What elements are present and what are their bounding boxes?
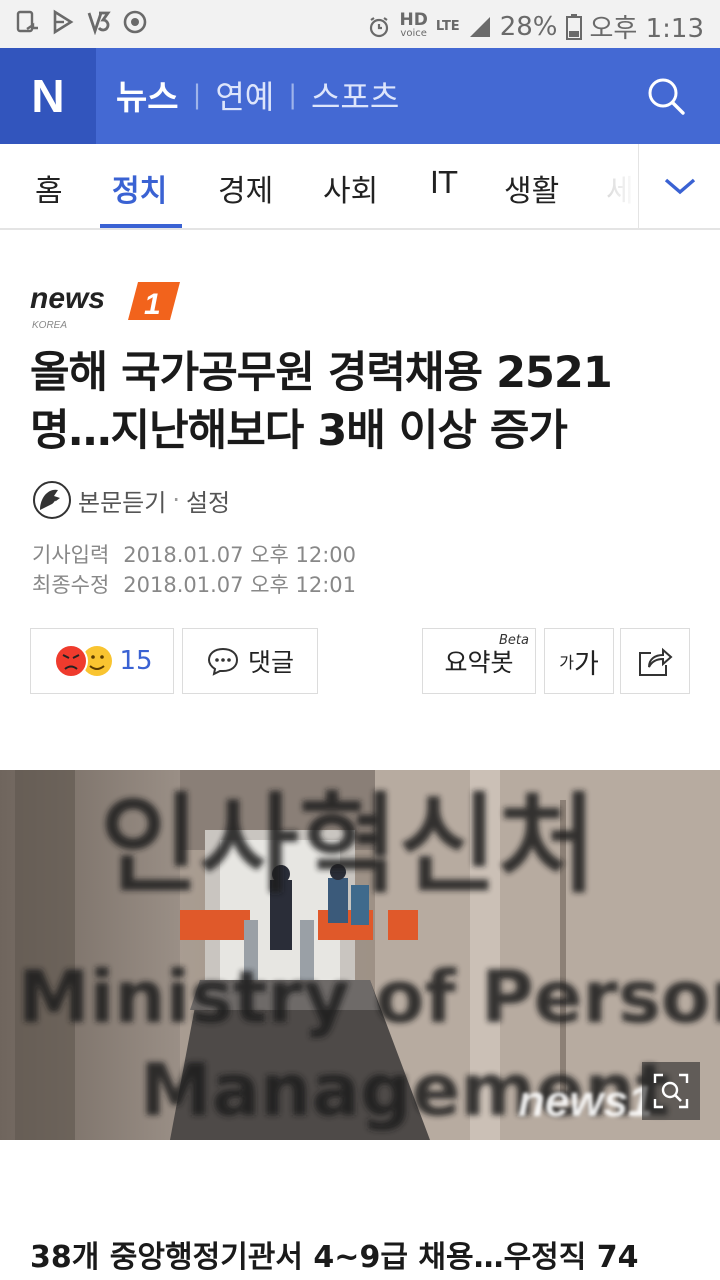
text-to-speech-icon[interactable] — [32, 480, 72, 520]
listen-settings-link[interactable]: 설정 — [186, 483, 230, 518]
reaction-button[interactable]: 15 — [30, 628, 174, 694]
photo-sign-korean: 인사혁신처 — [100, 783, 597, 908]
photo-watermark-text: news1 — [518, 1077, 653, 1126]
listen-row: 본문듣기 · 설정 — [32, 480, 230, 520]
article-subheadline: 38개 중앙행정기관서 4~9급 채용…우정직 74 — [30, 1240, 639, 1275]
article-photo[interactable]: 인사혁신처 Ministry of Personnel Management n… — [0, 770, 720, 1140]
input-date-label: 기사입력 — [32, 543, 110, 567]
lte-indicator: LTE — [435, 19, 460, 34]
naver-logo-button[interactable]: N — [0, 48, 96, 144]
hd-voice-indicator: HD voice — [399, 9, 428, 39]
comment-button[interactable]: 댓글 — [182, 628, 318, 694]
separator-dot: · — [172, 486, 180, 514]
category-tabs: 홈 정치 경제 사회 IT 생활 세 — [0, 144, 720, 230]
naver-logo: N — [31, 70, 65, 122]
font-size-large: 가 — [573, 648, 599, 680]
sync-icon — [123, 10, 147, 34]
modified-date-value: 2018.01.07 오후 12:01 — [123, 573, 357, 597]
play-store-icon — [53, 9, 74, 35]
tab-life[interactable]: 생활 — [504, 166, 559, 210]
listen-label[interactable]: 본문듣기 — [78, 483, 166, 518]
share-icon — [639, 647, 673, 676]
active-tab-indicator — [100, 224, 182, 228]
article-headline: 올해 국가공무원 경력채용 2521 명…지난해보다 3배 이상 증가 — [30, 344, 690, 460]
input-date-value: 2018.01.07 오후 12:00 — [123, 543, 357, 567]
search-icon[interactable] — [646, 76, 686, 116]
photo-watermark: news1 — [518, 1077, 653, 1126]
headline-line-2: 명…지난해보다 3배 이상 증가 — [30, 406, 568, 456]
nav-divider: | — [192, 79, 202, 110]
photo-zoom-button[interactable] — [642, 1062, 700, 1120]
tab-politics[interactable]: 정치 — [112, 166, 167, 210]
chevron-down-icon — [664, 178, 695, 195]
nav-divider: | — [288, 79, 297, 110]
tab-home[interactable]: 홈 — [35, 166, 63, 210]
v3-app-icon — [87, 11, 111, 35]
photo-scene: 인사혁신처 Ministry of Personnel Management n… — [0, 770, 720, 1140]
tab-society[interactable]: 사회 — [323, 166, 378, 210]
battery-icon — [565, 13, 582, 40]
more-tabs-button[interactable] — [638, 144, 720, 228]
alarm-icon — [370, 16, 389, 37]
press-logo-sub: KOREA — [32, 320, 67, 330]
press-logo[interactable]: news 1 KOREA — [30, 280, 190, 330]
comment-icon — [207, 647, 238, 676]
reaction-count: 15 — [119, 646, 153, 676]
zoom-icon — [653, 1073, 689, 1109]
beta-badge: Beta — [499, 633, 529, 648]
signal-icon — [469, 16, 490, 37]
nav-entertainment[interactable]: 연예 — [215, 72, 274, 118]
font-size-button[interactable]: 가가 — [544, 628, 614, 694]
article-dates: 기사입력 2018.01.07 오후 12:00 최종수정 2018.01.07 오… — [32, 540, 356, 600]
share-button[interactable] — [620, 628, 690, 694]
nav-news[interactable]: 뉴스 — [116, 70, 179, 119]
tab-it[interactable]: IT — [430, 166, 457, 201]
battery-percent: 28% — [499, 11, 558, 42]
nav-sports[interactable]: 스포츠 — [311, 72, 399, 118]
screenshot-icon — [16, 10, 38, 33]
headline-line-1: 올해 국가공무원 경력채용 2521 — [30, 348, 613, 398]
photo-sign-english-1: Ministry of Personnel — [18, 955, 720, 1039]
summary-label: 요약봇 — [444, 648, 514, 677]
clock: 오후 1:13 — [589, 14, 705, 44]
app-header: N 뉴스 | 연예 | 스포츠 — [0, 48, 720, 144]
summary-bot-button[interactable]: 요약봇 Beta — [422, 628, 536, 694]
font-size-small: 가 — [559, 653, 574, 672]
comment-label: 댓글 — [247, 648, 294, 677]
press-logo-number: 1 — [144, 288, 161, 321]
reaction-emoji-icons — [54, 644, 113, 678]
press-logo-text: news — [30, 282, 105, 315]
tab-economy[interactable]: 경제 — [218, 166, 273, 210]
status-bar: HD voice LTE 28% 오후 1:13 — [0, 0, 720, 48]
header-nav: 뉴스 | 연예 | 스포츠 — [116, 70, 399, 119]
tabs-fade — [578, 144, 638, 228]
modified-date-label: 최종수정 — [32, 573, 110, 597]
